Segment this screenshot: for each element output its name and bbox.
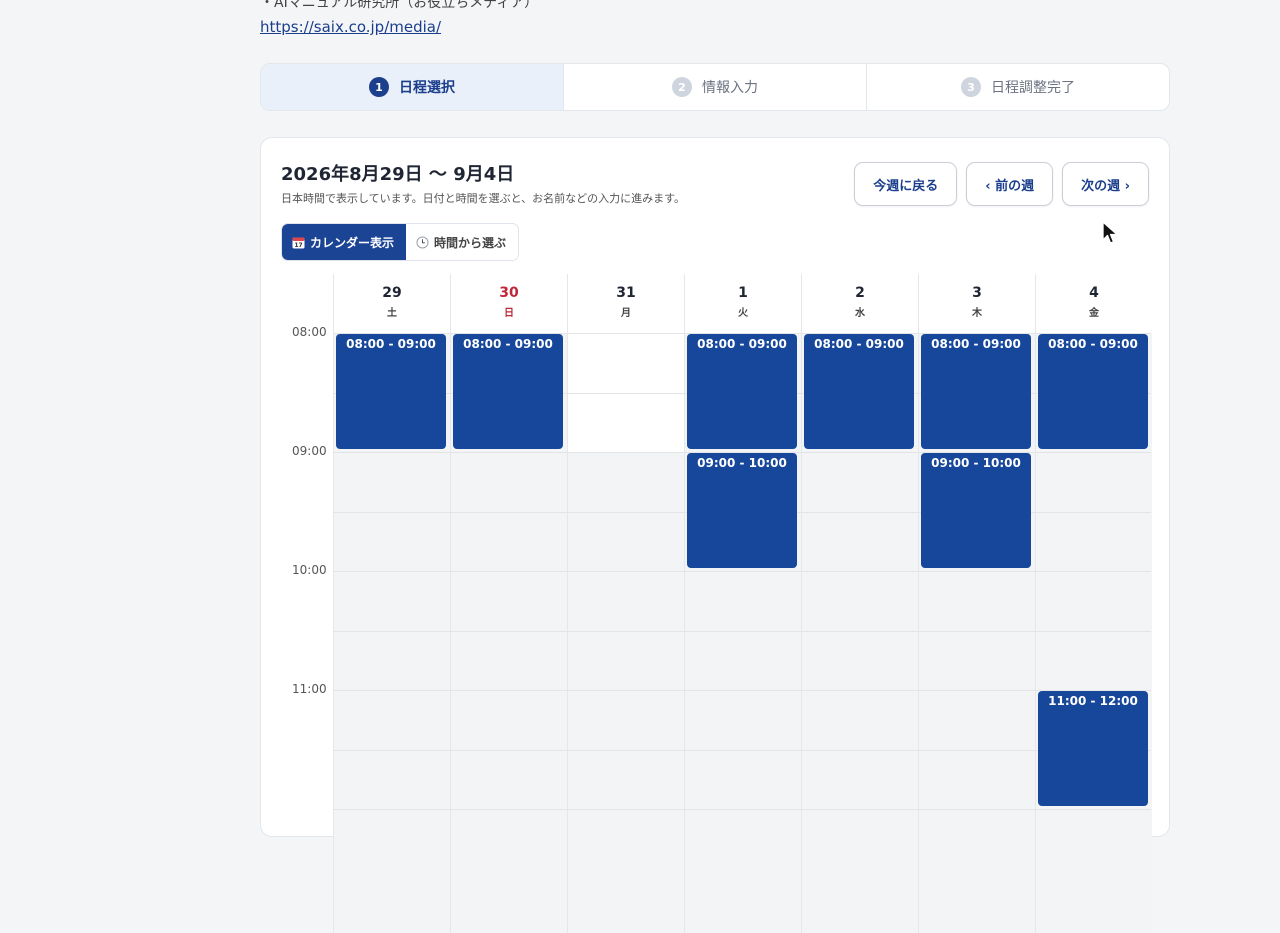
mouse-cursor-icon [1102,221,1118,244]
grid-line [333,630,1151,632]
day-weekday: 金 [1089,308,1099,319]
step-label: 情報入力 [702,80,758,96]
time-view-button[interactable]: 時間から選ぶ [406,224,519,260]
time-slot-button[interactable]: 08:00 - 09:00 [804,334,914,449]
day-number: 31 [616,285,636,301]
day-number: 2 [855,285,865,301]
day-weekday: 水 [855,308,865,319]
step-info: 2 情報入力 [564,64,867,110]
day-number: 30 [499,285,519,301]
time-slot-button[interactable]: 11:00 - 12:00 [1038,691,1148,806]
grid-line [333,809,1151,810]
day-weekday: 土 [387,308,397,319]
intro-line: ・AIマニュアル研究所（お役立ちメディア） [260,0,539,11]
step-number-1: 1 [369,77,389,97]
time-slot-button[interactable]: 09:00 - 10:00 [921,453,1031,568]
calendar-view-label: カレンダー表示 [310,235,395,250]
this-week-button[interactable]: 今週に戻る [854,162,958,206]
step-complete: 3 日程調整完了 [867,64,1169,110]
day-weekday: 月 [621,308,631,319]
timezone-note: 日本時間で表示しています。日付と時間を選ぶと、お名前などの入力に進みます。 [281,192,686,205]
svg-text:17: 17 [294,242,302,249]
calendar-icon: 17 [292,237,305,249]
time-label: 08:00 [292,325,327,339]
day-header: 3木 [918,274,1035,333]
day-header: 2水 [801,274,918,333]
grid-line [333,749,1151,751]
step-label: 日程調整完了 [991,80,1075,96]
day-number: 1 [738,285,748,301]
step-label: 日程選択 [399,80,455,96]
time-slot-button[interactable]: 08:00 - 09:00 [687,334,797,449]
time-slot-button[interactable]: 08:00 - 09:00 [1038,334,1148,449]
day-header: 4金 [1035,274,1152,333]
step-number-3: 3 [961,77,981,97]
grid-line [333,571,1151,572]
time-view-label: 時間から選ぶ [434,235,507,250]
day-number: 4 [1089,285,1099,301]
time-label: 09:00 [292,444,327,458]
clock-icon [416,236,429,248]
step-number-2: 2 [672,77,692,97]
media-link[interactable]: https://saix.co.jp/media/ [260,18,441,36]
grid-line [333,690,1151,691]
progress-steps: 1 日程選択 2 情報入力 3 日程調整完了 [260,63,1170,111]
time-slot-button[interactable]: 08:00 - 09:00 [921,334,1031,449]
view-toggle: 17 カレンダー表示 時間から選ぶ [281,223,520,261]
week-navigation: 今週に戻る ‹ 前の週 次の週 › [854,162,1149,206]
day-weekday: 火 [738,308,748,319]
day-number: 29 [382,285,402,301]
date-range-title: 2026年8月29日 〜 9月4日 [281,164,515,185]
day-header: 31 月 [567,274,684,333]
time-label: 11:00 [292,682,327,696]
calendar-view-button[interactable]: 17 カレンダー表示 [282,224,407,260]
day-header: 1火 [684,274,801,333]
time-slot-button[interactable]: 09:00 - 10:00 [687,453,797,568]
step-schedule: 1 日程選択 [261,64,564,110]
day-number: 3 [972,285,982,301]
day-column[interactable] [567,333,684,933]
day-weekday: 日 [504,308,514,319]
day-header: 30 日 [450,274,567,333]
day-weekday: 木 [972,308,982,319]
day-header: 29 土 [333,274,450,333]
time-slot-button[interactable]: 08:00 - 09:00 [453,334,563,449]
time-slot-button[interactable]: 08:00 - 09:00 [336,334,446,449]
next-week-button[interactable]: 次の週 › [1062,162,1149,206]
time-label: 10:00 [292,563,327,577]
calendar-card: 2026年8月29日 〜 9月4日 日本時間で表示しています。日付と時間を選ぶと… [260,137,1170,933]
prev-week-button[interactable]: ‹ 前の週 [966,162,1054,206]
